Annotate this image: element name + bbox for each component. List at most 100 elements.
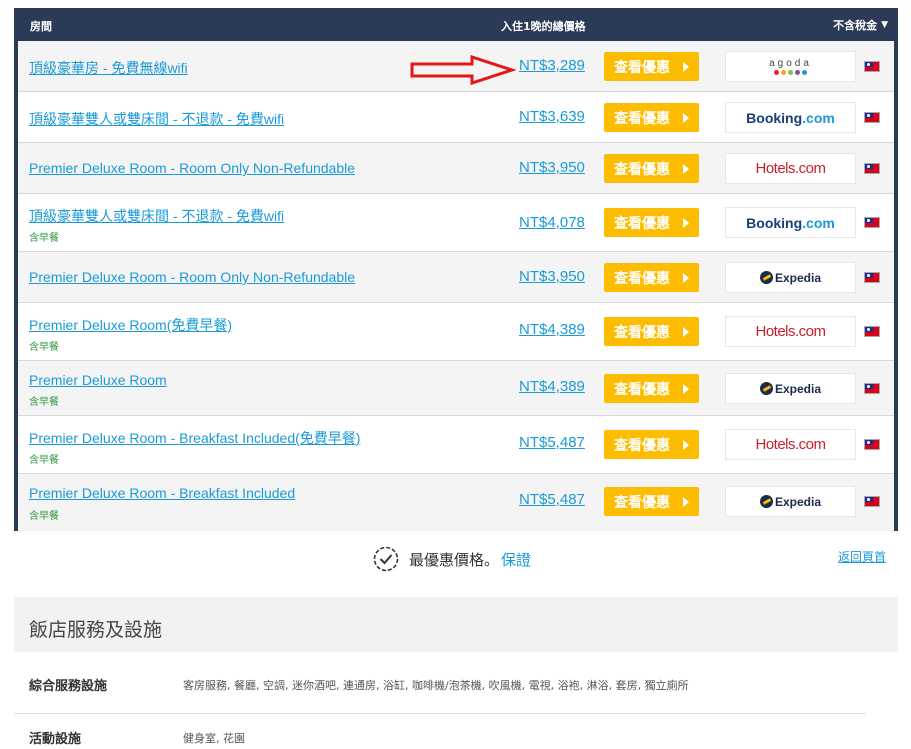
view-deal-button[interactable]: 查看優惠 bbox=[604, 430, 699, 459]
check-circle-icon bbox=[373, 546, 399, 572]
view-deal-label: 查看優惠 bbox=[614, 324, 670, 341]
rate-row: Premier Deluxe Room 含早餐 NT$4,389 查看優惠 Ex… bbox=[18, 361, 894, 416]
provider-logo-booking[interactable]: Booking.com bbox=[725, 207, 856, 238]
play-icon bbox=[683, 218, 689, 228]
facility-label: 活動設施 bbox=[29, 732, 82, 747]
room-name-link[interactable]: 頂級豪華雙人或雙床間 - 不退款 - 免費wifi bbox=[29, 206, 284, 226]
agoda-logo: agoda bbox=[769, 58, 812, 75]
rate-row: 頂級豪華雙人或雙床間 - 不退款 - 免費wifi NT$3,639 查看優惠 … bbox=[18, 92, 894, 143]
expedia-logo: Expedia bbox=[759, 381, 822, 396]
breakfast-badge: 含早餐 bbox=[29, 397, 59, 408]
price-link[interactable]: NT$5,487 bbox=[519, 491, 585, 508]
view-deal-label: 查看優惠 bbox=[614, 110, 670, 127]
expedia-logo-text: Expedia bbox=[774, 270, 822, 285]
hotels-logo: Hotels.com bbox=[755, 323, 826, 340]
price-link[interactable]: NT$3,289 bbox=[519, 57, 585, 74]
provider-logo-expedia[interactable]: Expedia bbox=[725, 373, 856, 404]
price-link[interactable]: NT$5,487 bbox=[519, 434, 585, 451]
expedia-logo: Expedia bbox=[759, 270, 822, 285]
view-deal-label: 查看優惠 bbox=[614, 437, 670, 454]
facility-label: 綜合服務設施 bbox=[29, 679, 108, 694]
play-icon bbox=[683, 384, 689, 394]
rate-row: Premier Deluxe Room - Room Only Non-Refu… bbox=[18, 252, 894, 303]
price-link[interactable]: NT$3,950 bbox=[519, 268, 585, 285]
guarantee-link[interactable]: 保證 bbox=[501, 549, 531, 570]
booking-logo-dot: .com bbox=[802, 214, 835, 231]
view-deal-label: 查看優惠 bbox=[614, 494, 670, 511]
booking-logo: Booking.com bbox=[746, 110, 835, 126]
rate-row: Premier Deluxe Room(免費早餐) 含早餐 NT$4,389 查… bbox=[18, 303, 894, 361]
view-deal-button[interactable]: 查看優惠 bbox=[604, 317, 699, 346]
view-deal-label: 查看優惠 bbox=[614, 59, 670, 76]
room-name-link[interactable]: Premier Deluxe Room - Breakfast Included bbox=[29, 485, 295, 501]
guarantee-text: 最優惠價格。 bbox=[409, 550, 500, 569]
taiwan-flag-icon bbox=[864, 496, 880, 507]
taiwan-flag-icon bbox=[864, 383, 880, 394]
rate-row: Premier Deluxe Room - Room Only Non-Refu… bbox=[18, 143, 894, 194]
best-price-guarantee: 最優惠價格。 保證 bbox=[373, 546, 531, 572]
expedia-plane-icon bbox=[759, 271, 773, 284]
taiwan-flag-icon bbox=[864, 112, 880, 123]
red-arrow-annotation-icon bbox=[410, 55, 516, 86]
expedia-logo-text: Expedia bbox=[774, 381, 822, 396]
taiwan-flag-icon bbox=[864, 272, 880, 283]
view-deal-label: 查看優惠 bbox=[614, 381, 670, 398]
rate-row: 頂級豪華雙人或雙床間 - 不退款 - 免費wifi 含早餐 NT$4,078 查… bbox=[18, 194, 894, 252]
expedia-plane-icon bbox=[759, 495, 773, 508]
view-deal-button[interactable]: 查看優惠 bbox=[604, 263, 699, 292]
view-deal-label: 查看優惠 bbox=[614, 161, 670, 178]
rates-header: 房間 入住1晚的總價格 不含稅金 ▼ bbox=[18, 8, 894, 41]
breakfast-badge: 含早餐 bbox=[29, 342, 59, 353]
play-icon bbox=[683, 62, 689, 72]
room-name-link[interactable]: Premier Deluxe Room - Room Only Non-Refu… bbox=[29, 160, 355, 176]
booking-logo: Booking.com bbox=[746, 215, 835, 231]
view-deal-label: 查看優惠 bbox=[614, 215, 670, 232]
provider-logo-hotels[interactable]: Hotels.com bbox=[725, 429, 856, 460]
view-deal-button[interactable]: 查看優惠 bbox=[604, 52, 699, 81]
rate-row: Premier Deluxe Room - Breakfast Included… bbox=[18, 416, 894, 474]
room-name-link[interactable]: Premier Deluxe Room - Breakfast Included… bbox=[29, 428, 360, 448]
price-link[interactable]: NT$4,078 bbox=[519, 214, 585, 231]
facilities-title: 飯店服務及設施 bbox=[14, 597, 898, 652]
breakfast-badge: 含早餐 bbox=[29, 511, 59, 522]
room-name-link[interactable]: 頂級豪華雙人或雙床間 - 不退款 - 免費wifi bbox=[29, 109, 284, 129]
hotels-logo: Hotels.com bbox=[755, 160, 826, 177]
price-link[interactable]: NT$4,389 bbox=[519, 321, 585, 338]
booking-logo-main: Booking bbox=[746, 214, 803, 231]
provider-logo-expedia[interactable]: Expedia bbox=[725, 262, 856, 293]
booking-logo-dot: .com bbox=[802, 109, 835, 126]
play-icon bbox=[683, 327, 689, 337]
taiwan-flag-icon bbox=[864, 439, 880, 450]
play-icon bbox=[683, 164, 689, 174]
facility-divider bbox=[14, 713, 866, 714]
taiwan-flag-icon bbox=[864, 61, 880, 72]
view-deal-button[interactable]: 查看優惠 bbox=[604, 208, 699, 237]
provider-logo-expedia[interactable]: Expedia bbox=[725, 486, 856, 517]
provider-logo-booking[interactable]: Booking.com bbox=[725, 102, 856, 133]
room-name-link[interactable]: Premier Deluxe Room - Room Only Non-Refu… bbox=[29, 269, 355, 285]
agoda-dots-icon bbox=[774, 70, 807, 75]
back-to-top-link[interactable]: 返回頁首 bbox=[838, 548, 886, 565]
play-icon bbox=[683, 497, 689, 507]
view-deal-button[interactable]: 查看優惠 bbox=[604, 154, 699, 183]
taiwan-flag-icon bbox=[864, 217, 880, 228]
view-deal-button[interactable]: 查看優惠 bbox=[604, 103, 699, 132]
room-name-link[interactable]: Premier Deluxe Room bbox=[29, 372, 167, 388]
tax-toggle[interactable]: 不含稅金 ▼ bbox=[833, 17, 888, 33]
room-name-link[interactable]: Premier Deluxe Room(免費早餐) bbox=[29, 315, 232, 335]
view-deal-button[interactable]: 查看優惠 bbox=[604, 374, 699, 403]
play-icon bbox=[683, 273, 689, 283]
view-deal-button[interactable]: 查看優惠 bbox=[604, 487, 699, 516]
provider-logo-hotels[interactable]: Hotels.com bbox=[725, 316, 856, 347]
price-link[interactable]: NT$4,389 bbox=[519, 378, 585, 395]
rates-list: 頂級豪華房 - 免費無線wifi NT$3,289 查看優惠 agoda 頂級豪… bbox=[18, 41, 894, 531]
room-name-link[interactable]: 頂級豪華房 - 免費無線wifi bbox=[29, 58, 188, 78]
header-room: 房間 bbox=[30, 20, 52, 33]
price-link[interactable]: NT$3,950 bbox=[519, 159, 585, 176]
taiwan-flag-icon bbox=[864, 326, 880, 337]
provider-logo-hotels[interactable]: Hotels.com bbox=[725, 153, 856, 184]
facility-value: 客房服務, 餐廳, 空調, 迷你酒吧, 連通房, 浴缸, 咖啡機/泡茶機, 吹風… bbox=[183, 679, 689, 692]
price-link[interactable]: NT$3,639 bbox=[519, 108, 585, 125]
provider-logo-agoda[interactable]: agoda bbox=[725, 51, 856, 82]
agoda-logo-text: agoda bbox=[769, 58, 812, 69]
